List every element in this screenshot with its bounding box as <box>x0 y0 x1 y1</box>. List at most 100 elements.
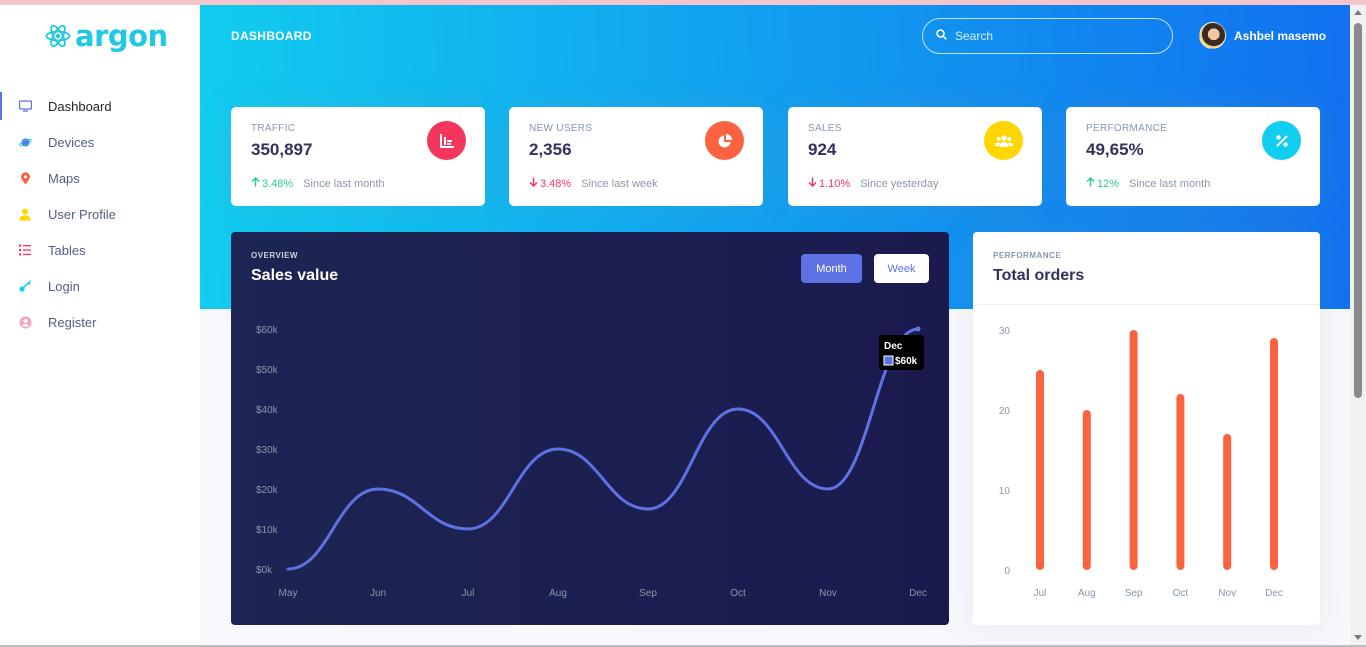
y-tick-label: $0k <box>256 565 273 576</box>
total-orders-card: PERFORMANCE Total orders 0 10 20 30 Jul Aug S… <box>973 232 1320 625</box>
user-menu[interactable]: Ashbel masemo <box>1199 22 1326 49</box>
chart-tooltip: Dec $60k <box>879 335 924 370</box>
arrow-up-icon <box>1086 176 1095 190</box>
scroll-up-arrow-icon[interactable] <box>1354 10 1362 15</box>
chart-point[interactable] <box>467 528 469 530</box>
sidebar-item-label: Devices <box>48 134 95 150</box>
sidebar-item-user-profile[interactable]: User Profile <box>0 196 200 232</box>
stat-card-traffic: TRAFFIC 350,897 3.48% Since last month <box>231 107 485 206</box>
bullet-list-icon <box>18 243 32 257</box>
stat-card-new-users: NEW USERS 2,356 3.48% Since last week <box>509 107 763 206</box>
chart-point[interactable] <box>827 488 829 490</box>
tooltip-label: Dec <box>884 341 903 352</box>
stat-change: 3.48% <box>262 177 294 190</box>
x-tick-label: Jun <box>370 588 386 599</box>
y-tick-label: 30 <box>999 326 1011 337</box>
chart-point[interactable] <box>647 508 649 510</box>
browser-top-line <box>0 0 1366 5</box>
sidebar-item-dashboard[interactable]: Dashboard <box>0 88 200 124</box>
sidebar: argon Dashboard Devices Maps User Profil… <box>0 5 200 647</box>
chart-point[interactable] <box>557 448 559 450</box>
x-tick-label: Nov <box>1218 588 1236 599</box>
stat-label: PERFORMANCE <box>1086 123 1168 134</box>
user-name: Ashbel masemo <box>1234 28 1327 43</box>
sales-line-chart[interactable]: $0k $10k $20k $30k $40k $50k $60k May Jun Jul Aug… <box>231 232 949 625</box>
y-tick-label: 0 <box>1004 566 1010 577</box>
arrow-up-icon <box>251 176 260 190</box>
search-box[interactable] <box>922 18 1173 54</box>
sidebar-item-label: Register <box>48 314 97 330</box>
sidebar-nav: Dashboard Devices Maps User Profile Tabl… <box>0 88 200 340</box>
stat-label: SALES <box>808 123 842 134</box>
sidebar-item-label: Tables <box>48 242 86 258</box>
x-tick-label: Sep <box>639 588 657 599</box>
chart-point[interactable] <box>737 408 739 410</box>
stat-value: 2,356 <box>529 140 572 159</box>
page-scrollbar[interactable] <box>1350 5 1366 647</box>
y-tick-label: $30k <box>256 445 279 456</box>
users-icon <box>984 121 1023 160</box>
scroll-down-arrow-icon[interactable] <box>1354 635 1362 640</box>
stat-change: 12% <box>1097 177 1120 190</box>
react-atom-icon <box>45 24 71 48</box>
chart-bar[interactable] <box>1129 330 1138 570</box>
stat-value: 350,897 <box>251 140 313 159</box>
stat-footer: 12% Since last month <box>1086 176 1211 190</box>
y-tick-label: $50k <box>256 365 279 376</box>
stat-value: 49,65% <box>1086 140 1144 159</box>
stat-since: Since last week <box>581 177 658 190</box>
stat-since: Since yesterday <box>860 177 939 190</box>
sidebar-item-register[interactable]: Register <box>0 304 200 340</box>
y-tick-label: $40k <box>256 405 279 416</box>
sidebar-item-label: User Profile <box>48 206 116 222</box>
chart-bar[interactable] <box>1223 434 1232 570</box>
stat-card-sales: SALES 924 1.10% Since yesterday <box>788 107 1042 206</box>
y-tick-label: 10 <box>999 486 1011 497</box>
x-tick-label: Oct <box>730 588 746 599</box>
x-tick-label: Aug <box>1078 588 1096 599</box>
chart-series-line <box>286 327 920 571</box>
sidebar-item-login[interactable]: Login <box>0 268 200 304</box>
stat-label: NEW USERS <box>529 123 593 134</box>
x-tick-label: May <box>279 588 298 599</box>
brand-logo[interactable]: argon <box>45 19 168 53</box>
x-tick-label: Jul <box>1034 588 1047 599</box>
stat-since: Since last month <box>1129 177 1211 190</box>
brand-name: argon <box>75 19 168 53</box>
chart-point[interactable] <box>915 326 921 332</box>
x-tick-label: Nov <box>819 588 837 599</box>
single-user-icon <box>18 207 32 221</box>
x-tick-label: Aug <box>549 588 567 599</box>
sidebar-item-label: Maps <box>48 170 80 186</box>
x-tick-label: Dec <box>1265 588 1283 599</box>
chart-bar[interactable] <box>1082 410 1091 570</box>
chart-bar[interactable] <box>1270 338 1278 570</box>
chart-bar[interactable] <box>1036 370 1044 570</box>
page-title[interactable]: DASHBOARD <box>231 29 312 43</box>
tooltip-value: $60k <box>895 356 918 367</box>
search-input[interactable] <box>955 29 1155 43</box>
circle-user-icon <box>18 315 32 329</box>
stat-since: Since last month <box>303 177 385 190</box>
stat-card-performance: PERFORMANCE 49,65% 12% Since last month <box>1066 107 1320 206</box>
tv-icon <box>18 99 32 113</box>
stat-footer: 3.48% Since last month <box>251 176 385 190</box>
planet-icon <box>18 135 32 149</box>
y-tick-label: $20k <box>256 485 279 496</box>
scroll-thumb[interactable] <box>1354 23 1362 398</box>
chart-bar[interactable] <box>1176 394 1185 570</box>
chart-point[interactable] <box>287 568 289 570</box>
y-tick-label: $10k <box>256 525 279 536</box>
sidebar-item-devices[interactable]: Devices <box>0 124 200 160</box>
orders-bar-chart[interactable]: 0 10 20 30 Jul Aug Sep Oct Nov Dec <box>973 232 1320 625</box>
stat-value: 924 <box>808 140 837 159</box>
chart-point[interactable] <box>377 488 379 490</box>
chart-pie-icon <box>705 121 744 160</box>
x-tick-label: Jul <box>462 588 475 599</box>
x-tick-label: Oct <box>1173 588 1189 599</box>
stat-label: TRAFFIC <box>251 123 296 134</box>
percent-icon <box>1262 121 1301 160</box>
chart-bar-icon <box>427 121 466 160</box>
sidebar-item-tables[interactable]: Tables <box>0 232 200 268</box>
sidebar-item-maps[interactable]: Maps <box>0 160 200 196</box>
